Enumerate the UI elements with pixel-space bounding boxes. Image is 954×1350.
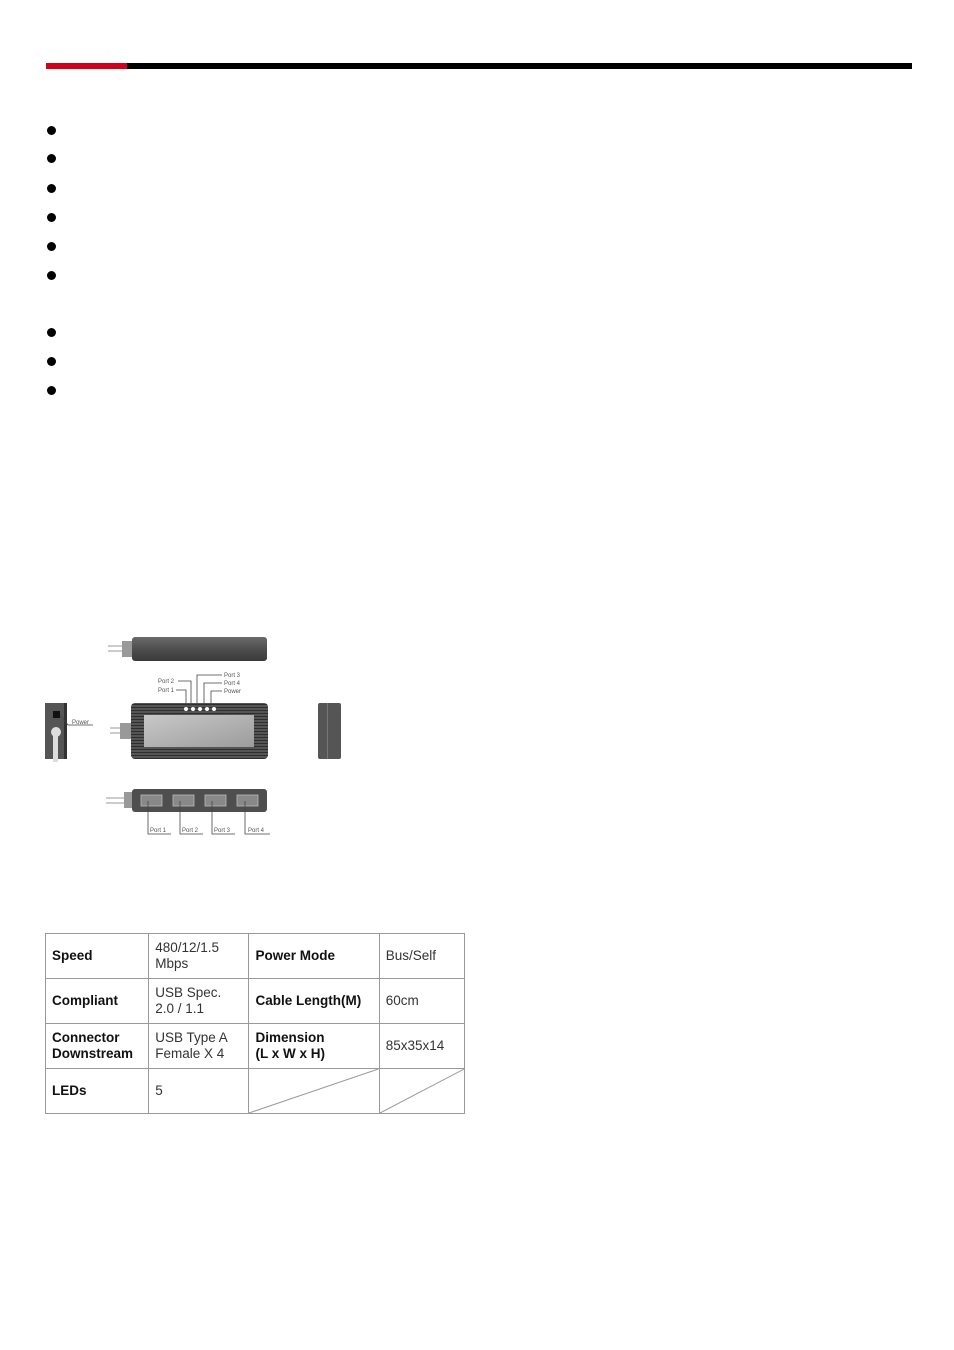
spec-value-cell: 5 [148,1068,250,1114]
spec-key: LEDs [52,1083,87,1098]
spec-key: Cable Length(M) [255,993,362,1008]
hub-front-view: Port 2 Port 1 Port 3 Port 4 Power [110,673,268,759]
hub-right-end-view [318,703,341,759]
spec-key-cell: Power Mode [248,933,380,979]
spec-key-cell: Connector Downstream [44,1023,150,1069]
spec-value-cell: USB Spec. 2.0 / 1.1 [148,978,250,1024]
spec-row: Speed 480/12/1.5 Mbps Power Mode Bus/Self [44,933,466,979]
spec-value: USB Type A Female X 4 [155,1030,228,1061]
hub-top-view [108,637,267,661]
spec-value: 85x35x14 [385,1038,445,1053]
diagonal-slash [249,1069,378,1113]
spec-key: Compliant [52,993,118,1008]
spec-value: 60cm [385,993,419,1008]
spec-value: Bus/Self [385,948,437,963]
bullet-icon [47,328,56,337]
bullet-icon [47,184,56,193]
spec-table: Speed 480/12/1.5 Mbps Power Mode Bus/Self Co… [44,933,466,1114]
label-port-4: Port 4 [224,681,241,687]
spec-value-cell: 480/12/1.5 Mbps [148,933,250,979]
bullet-icon [47,213,56,222]
label-port-2: Port 2 [158,679,175,685]
empty-cell [248,1068,380,1114]
label-bottom-port-4: Port 4 [248,828,265,834]
spec-row: Connector Downstream USB Type A Female X … [44,1023,466,1069]
empty-cell [378,1068,466,1114]
label-bottom-port-3: Port 3 [214,828,231,834]
label-side-power: Power [72,720,89,726]
spec-value-cell: Bus/Self [378,933,466,979]
spec-value: 480/12/1.5 Mbps [155,940,220,971]
bullet-icon [47,386,56,395]
hub-bottom-view: Port 1 Port 2 Port 3 Port 4 [106,789,270,835]
label-power: Power [224,689,241,695]
spec-row: LEDs 5 [44,1068,466,1114]
spec-value: 5 [155,1083,163,1098]
label-port-3: Port 3 [224,673,241,679]
label-bottom-port-1: Port 1 [150,828,167,834]
label-bottom-port-2: Port 2 [182,828,199,834]
diagonal-slash [380,1069,464,1113]
spec-key-cell: Dimension (L x W x H) [248,1023,380,1069]
spec-key-cell: LEDs [44,1068,150,1114]
hub-left-side-view: Power [45,703,93,762]
spec-key-cell: Speed [44,933,150,979]
spec-value-cell: 85x35x14 [378,1023,466,1069]
bullet-icon [47,154,56,163]
bullet-icon [47,357,56,366]
spec-key: Speed [52,948,93,963]
spec-key: Dimension (L x W x H) [255,1030,325,1061]
bullet-icon [47,242,56,251]
header-rule [46,63,912,69]
spec-value: USB Spec. 2.0 / 1.1 [155,985,222,1016]
label-port-1: Port 1 [158,688,175,694]
header-rule-accent [46,63,127,69]
spec-key: Power Mode [255,948,335,963]
spec-row: Compliant USB Spec. 2.0 / 1.1 Cable Length… [44,978,466,1024]
spec-value-cell: USB Type A Female X 4 [148,1023,250,1069]
bullet-icon [47,271,56,280]
usb-hub-diagram: Port 2 Port 1 Port 3 Port 4 Power Power … [0,0,954,900]
bullet-icon [47,126,56,135]
spec-value-cell: 60cm [378,978,466,1024]
spec-key-cell: Compliant [44,978,150,1024]
spec-key-cell: Cable Length(M) [248,978,380,1024]
spec-key: Connector Downstream [52,1030,134,1061]
